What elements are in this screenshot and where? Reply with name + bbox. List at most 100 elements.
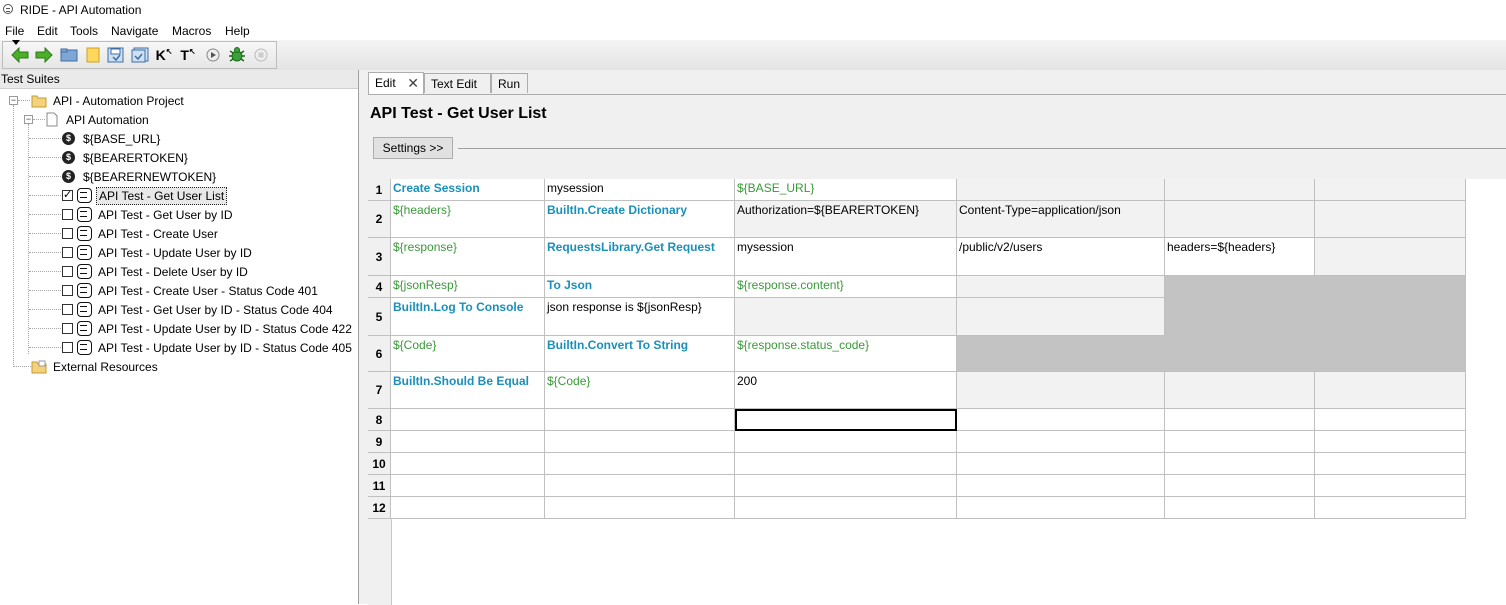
tree-item-variable[interactable]: $ ${BASE_URL} <box>62 129 162 148</box>
grid-cell[interactable] <box>957 298 1165 336</box>
tree-item-variable[interactable]: $ ${BEARERNEWTOKEN} <box>62 167 218 186</box>
grid-cell[interactable]: RequestsLibrary.Get Request <box>545 238 735 276</box>
grid-cell[interactable] <box>1315 201 1466 238</box>
save-icon[interactable] <box>107 46 125 64</box>
menu-file[interactable]: File <box>5 24 24 38</box>
grid-cell[interactable]: BuiltIn.Convert To String <box>545 336 735 372</box>
test-checkbox[interactable] <box>62 188 73 201</box>
grid-cell[interactable] <box>545 431 735 453</box>
row-number[interactable]: 10 <box>368 453 391 475</box>
grid-cell[interactable]: Content-Type=application/json <box>957 201 1165 238</box>
tree-item-external-resources[interactable]: External Resources <box>31 357 160 376</box>
toolbar-dropdown-icon[interactable] <box>12 40 20 45</box>
grid-cell[interactable] <box>957 409 1165 431</box>
grid-cell[interactable]: Create Session <box>391 179 545 201</box>
grid-cell[interactable]: json response is ${jsonResp} <box>545 298 735 336</box>
grid-cell[interactable] <box>1315 238 1466 276</box>
grid-cell[interactable]: mysession <box>735 238 957 276</box>
save-all-icon[interactable] <box>131 46 149 64</box>
grid-cell[interactable] <box>735 475 957 497</box>
grid-cell[interactable] <box>391 431 545 453</box>
row-number[interactable]: 7 <box>368 372 391 409</box>
grid-cell[interactable] <box>1315 372 1466 409</box>
grid-cell[interactable] <box>1165 475 1315 497</box>
grid-cell[interactable]: ${response.status_code} <box>735 336 957 372</box>
tree-item-variable[interactable]: $ ${BEARERTOKEN} <box>62 148 190 167</box>
grid-cell[interactable] <box>1315 453 1466 475</box>
collapse-project-icon[interactable]: − <box>9 96 18 105</box>
grid-cell[interactable]: BuiltIn.Create Dictionary <box>545 201 735 238</box>
tree-item-test[interactable]: API Test - Create User <box>62 224 220 243</box>
grid-cell[interactable]: Authorization=${BEARERTOKEN} <box>735 201 957 238</box>
grid-cell[interactable] <box>957 276 1165 298</box>
grid-cell[interactable] <box>735 431 957 453</box>
tab-run[interactable]: Run <box>491 73 528 93</box>
grid-cell[interactable]: ${response} <box>391 238 545 276</box>
tree-item-test[interactable]: API Test - Update User by ID - Status Co… <box>62 319 354 338</box>
tree-item-test[interactable]: API Test - Create User - Status Code 401 <box>62 281 320 300</box>
collapse-suite-icon[interactable]: − <box>24 115 33 124</box>
grid-cell[interactable] <box>1165 179 1315 201</box>
back-arrow-icon[interactable] <box>11 46 29 64</box>
test-checkbox[interactable] <box>62 323 73 334</box>
grid-cell[interactable] <box>545 475 735 497</box>
menu-tools[interactable]: Tools <box>70 24 98 38</box>
grid-cell[interactable] <box>545 453 735 475</box>
tree-item-project[interactable]: API - Automation Project <box>31 91 186 110</box>
new-folder-icon[interactable] <box>84 46 102 64</box>
grid-cell[interactable]: ${Code} <box>391 336 545 372</box>
grid-cell[interactable] <box>1315 497 1466 519</box>
row-number[interactable]: 9 <box>368 431 391 453</box>
grid-cell[interactable] <box>735 453 957 475</box>
test-checkbox[interactable] <box>62 285 73 296</box>
grid-cell[interactable] <box>957 431 1165 453</box>
row-number[interactable]: 11 <box>368 475 391 497</box>
grid-cell[interactable] <box>545 497 735 519</box>
grid-cell[interactable] <box>1315 475 1466 497</box>
grid-cell-selected[interactable] <box>735 409 957 431</box>
grid-cell[interactable] <box>1165 497 1315 519</box>
grid-cell[interactable] <box>1315 409 1466 431</box>
grid-cell[interactable]: BuiltIn.Log To Console <box>391 298 545 336</box>
grid-cell[interactable] <box>391 475 545 497</box>
row-number[interactable]: 6 <box>368 336 391 372</box>
search-keywords-icon[interactable]: K ↖ <box>155 46 173 64</box>
test-checkbox[interactable] <box>62 228 73 239</box>
grid-cell[interactable]: ${jsonResp} <box>391 276 545 298</box>
test-checkbox[interactable] <box>62 304 73 315</box>
grid-cell[interactable]: To Json <box>545 276 735 298</box>
search-tests-icon[interactable]: T ↖ <box>179 46 197 64</box>
grid-cell[interactable] <box>735 298 957 336</box>
grid-cell[interactable]: BuiltIn.Should Be Equal <box>391 372 545 409</box>
tree-item-test[interactable]: API Test - Update User by ID <box>62 243 254 262</box>
grid-cell[interactable] <box>1165 453 1315 475</box>
tree-item-test[interactable]: API Test - Get User by ID - Status Code … <box>62 300 335 319</box>
grid-cell[interactable]: /public/v2/users <box>957 238 1165 276</box>
tree-item-test[interactable]: API Test - Update User by ID - Status Co… <box>62 338 354 357</box>
tab-text-edit[interactable]: Text Edit <box>424 73 491 93</box>
tree-item-test[interactable]: API Test - Get User List <box>62 186 228 205</box>
grid-cell[interactable] <box>957 453 1165 475</box>
grid-cell[interactable]: ${response.content} <box>735 276 957 298</box>
grid-cell[interactable] <box>391 409 545 431</box>
row-number[interactable]: 4 <box>368 276 391 298</box>
test-checkbox[interactable] <box>62 342 73 353</box>
tree-item-test[interactable]: API Test - Get User by ID <box>62 205 234 224</box>
grid-cell[interactable]: ${BASE_URL} <box>735 179 957 201</box>
grid-cell[interactable] <box>1165 372 1315 409</box>
row-number[interactable]: 5 <box>368 298 391 336</box>
grid-cell[interactable] <box>1315 431 1466 453</box>
tree-item-suite[interactable]: API Automation <box>46 110 151 129</box>
menu-edit[interactable]: Edit <box>37 24 58 38</box>
tree-item-test[interactable]: API Test - Delete User by ID <box>62 262 250 281</box>
grid-cell[interactable] <box>391 453 545 475</box>
grid-cell[interactable]: ${headers} <box>391 201 545 238</box>
debug-bug-icon[interactable] <box>228 46 246 64</box>
stop-icon[interactable] <box>252 46 270 64</box>
grid-cell[interactable] <box>957 372 1165 409</box>
test-checkbox[interactable] <box>62 209 73 220</box>
open-folder-icon[interactable] <box>60 46 78 64</box>
grid-cell[interactable] <box>1315 179 1466 201</box>
grid-cell[interactable] <box>957 179 1165 201</box>
grid-cell[interactable] <box>1165 201 1315 238</box>
